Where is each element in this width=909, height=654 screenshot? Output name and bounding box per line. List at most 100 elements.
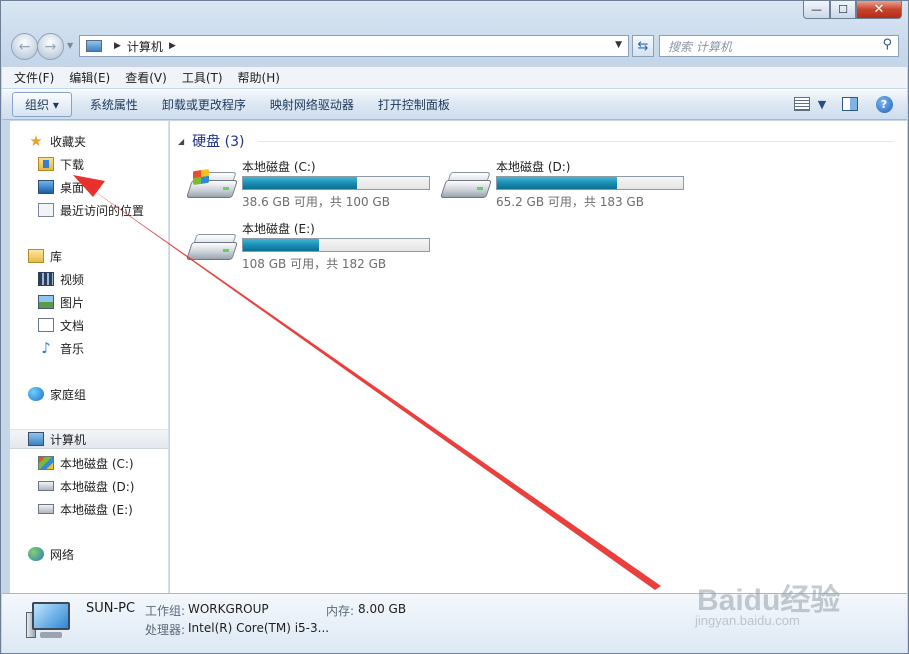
search-input[interactable]: 搜索 计算机 ⚲	[659, 35, 899, 57]
map-network-drive-button[interactable]: 映射网络驱动器	[258, 92, 366, 117]
drive-tile-d[interactable]: 本地磁盘 (D:) 65.2 GB 可用，共 183 GB	[440, 158, 693, 210]
sidebar-item-label: 家庭组	[50, 387, 87, 402]
star-icon: ★	[29, 132, 43, 150]
sidebar-item-recent-places[interactable]: 最近访问的位置	[38, 200, 144, 220]
drive-usage-fill	[243, 239, 319, 251]
preview-pane-button[interactable]	[839, 95, 861, 113]
organize-button[interactable]: 组织 ▾	[12, 92, 72, 117]
sidebar-item-pictures[interactable]: 图片	[38, 292, 84, 312]
group-divider	[258, 141, 893, 142]
drive-name: 本地磁盘 (C:)	[242, 160, 316, 174]
computer-icon	[28, 432, 44, 446]
sidebar-item-music[interactable]: ♪ 音乐	[38, 338, 84, 358]
hard-drive-icon	[186, 232, 238, 262]
address-bar[interactable]: ▶ 计算机 ▶ ▼	[79, 35, 629, 57]
view-options-dropdown-icon[interactable]: ▼	[817, 95, 827, 113]
sidebar-item-desktop[interactable]: 桌面	[38, 177, 84, 197]
breadcrumb-separator-icon[interactable]: ▶	[169, 41, 176, 51]
menu-edit[interactable]: 编辑(E)	[69, 69, 110, 86]
command-bar: 组织 ▾ 系统属性 卸载或更改程序 映射网络驱动器 打开控制面板 ▼ ?	[2, 89, 907, 120]
sidebar-item-label: 网络	[50, 547, 75, 562]
sidebar-item-computer[interactable]: 计算机	[10, 429, 168, 449]
downloads-folder-icon	[38, 157, 54, 171]
breadcrumb-separator-icon[interactable]: ▶	[114, 41, 121, 51]
hard-drive-icon	[38, 504, 54, 514]
computer-icon	[86, 40, 102, 52]
drive-tile-c[interactable]: 本地磁盘 (C:) 38.6 GB 可用，共 100 GB	[186, 158, 439, 210]
libraries-icon	[28, 249, 44, 263]
memory-label: 内存:	[326, 604, 355, 618]
sidebar-item-videos[interactable]: 视频	[38, 269, 84, 289]
drive-name: 本地磁盘 (E:)	[242, 222, 315, 236]
view-controls: ▼ ?	[779, 95, 895, 113]
sidebar-item-downloads[interactable]: 下载	[38, 154, 84, 174]
search-icon[interactable]: ⚲	[882, 37, 892, 52]
maximize-button[interactable]: ☐	[830, 1, 856, 19]
back-arrow-icon: ←	[18, 38, 31, 55]
help-button[interactable]: ?	[873, 95, 895, 113]
drive-free-space: 108 GB 可用，共 182 GB	[242, 257, 387, 271]
documents-icon	[38, 318, 54, 332]
refresh-button[interactable]: ⇆	[632, 35, 654, 57]
workgroup-value: WORKGROUP	[188, 602, 269, 616]
sidebar-item-label: 文档	[60, 318, 85, 333]
processor-label: 处理器:	[145, 623, 186, 637]
workgroup-label: 工作组:	[145, 604, 186, 618]
breadcrumb-computer[interactable]: 计算机	[127, 38, 163, 55]
homegroup-icon	[28, 387, 44, 401]
sidebar-item-label: 下载	[60, 157, 85, 172]
sidebar-item-documents[interactable]: 文档	[38, 315, 84, 335]
refresh-icon: ⇆	[637, 38, 649, 54]
change-view-button[interactable]	[791, 95, 813, 113]
back-button[interactable]: ←	[11, 33, 38, 60]
recent-pages-dropdown-icon[interactable]: ▼	[67, 41, 73, 50]
minimize-button[interactable]: —	[803, 1, 830, 19]
explorer-window: — ☐ ✕ ← → ▼ ▶ 计算机 ▶ ▼ ⇆ 搜索 计算机 ⚲ 文件(F) 编…	[0, 0, 909, 654]
drive-usage-fill	[497, 177, 617, 189]
navigation-bar: ← → ▼ ▶ 计算机 ▶ ▼ ⇆ 搜索 计算机 ⚲	[9, 31, 902, 61]
uninstall-program-button[interactable]: 卸载或更改程序	[150, 92, 258, 117]
desktop-icon	[38, 180, 54, 194]
windows-logo-icon	[193, 168, 209, 186]
system-properties-button[interactable]: 系统属性	[78, 92, 150, 117]
search-placeholder: 搜索 计算机	[668, 39, 732, 54]
sidebar-item-label: 计算机	[50, 432, 87, 447]
sidebar-item-favorites[interactable]: ★ 收藏夹	[28, 131, 86, 151]
drive-usage-bar	[242, 176, 430, 190]
group-title: 硬盘 (3)	[192, 134, 245, 150]
menu-file[interactable]: 文件(F)	[14, 69, 54, 86]
computer-name: SUN-PC	[86, 601, 136, 616]
menu-bar: 文件(F) 编辑(E) 查看(V) 工具(T) 帮助(H)	[2, 66, 907, 88]
watermark: Baidu经验 jingyan.baidu.com	[693, 575, 863, 635]
window-controls: — ☐ ✕	[803, 1, 902, 19]
sidebar-item-drive-e[interactable]: 本地磁盘 (E:)	[38, 499, 133, 519]
drive-usage-bar	[242, 238, 430, 252]
menu-tools[interactable]: 工具(T)	[182, 69, 223, 86]
address-dropdown-icon[interactable]: ▼	[615, 40, 622, 50]
close-button[interactable]: ✕	[856, 1, 902, 19]
music-note-icon: ♪	[41, 339, 51, 357]
watermark-url: jingyan.baidu.com	[695, 613, 800, 628]
collapse-triangle-icon[interactable]: ◢	[178, 137, 184, 146]
group-header-hard-drives[interactable]: ◢ 硬盘 (3)	[178, 131, 893, 151]
forward-button[interactable]: →	[37, 33, 64, 60]
navigation-pane: ★ 收藏夹 下载 桌面 最近访问的位置 库 视频 图片 文档 ♪ 音乐 家庭组	[10, 121, 169, 593]
drive-tile-e[interactable]: 本地磁盘 (E:) 108 GB 可用，共 182 GB	[186, 220, 439, 272]
menu-view[interactable]: 查看(V)	[125, 69, 167, 86]
sidebar-item-drive-c[interactable]: 本地磁盘 (C:)	[38, 453, 134, 473]
sidebar-item-label: 收藏夹	[50, 134, 87, 149]
memory-value: 8.00 GB	[358, 602, 407, 616]
help-icon: ?	[875, 95, 893, 113]
open-control-panel-button[interactable]: 打开控制面板	[366, 92, 462, 117]
drive-name: 本地磁盘 (D:)	[496, 160, 571, 174]
forward-arrow-icon: →	[44, 38, 57, 55]
menu-help[interactable]: 帮助(H)	[238, 69, 280, 86]
sidebar-item-drive-d[interactable]: 本地磁盘 (D:)	[38, 476, 134, 496]
sidebar-item-label: 视频	[60, 272, 85, 287]
sidebar-item-libraries[interactable]: 库	[28, 246, 62, 266]
computer-large-icon	[26, 602, 72, 642]
hard-drive-icon	[440, 170, 492, 200]
sidebar-item-network[interactable]: 网络	[28, 544, 74, 564]
sidebar-item-homegroup[interactable]: 家庭组	[28, 384, 86, 404]
sidebar-item-label: 本地磁盘 (D:)	[60, 479, 135, 494]
